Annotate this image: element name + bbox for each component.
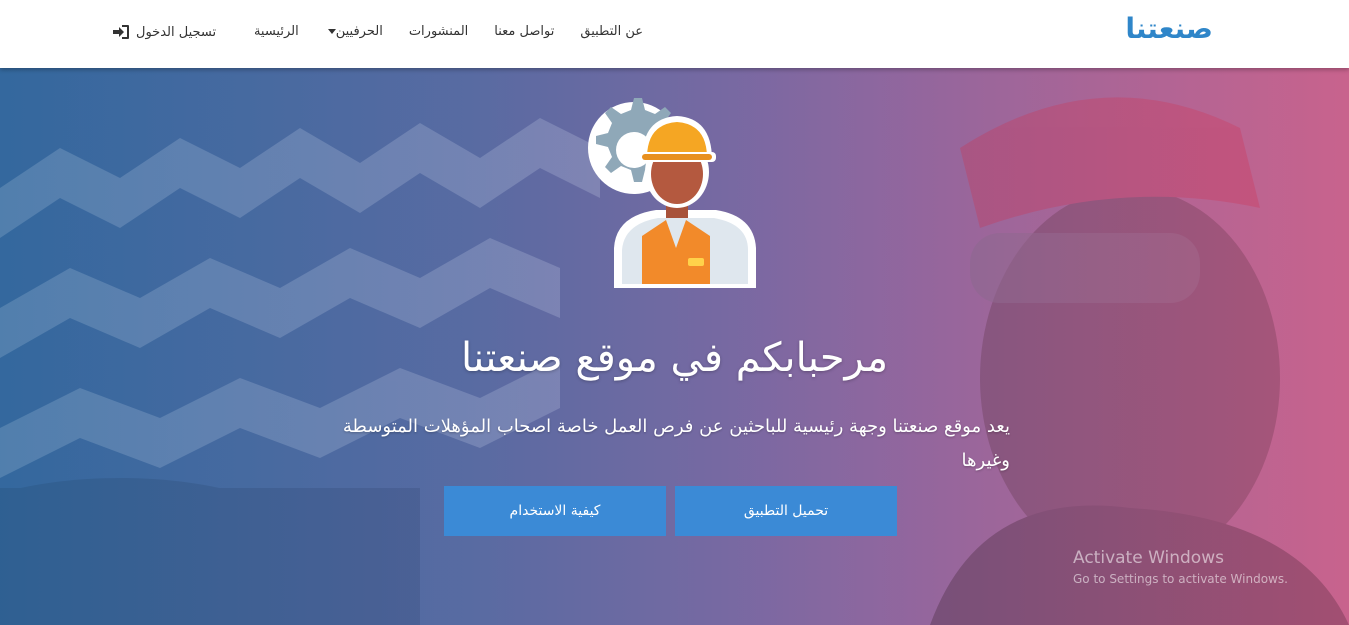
nav-auth: تسجيل الدخول [112,24,216,40]
how-to-use-button[interactable]: كيفية الاستخدام [444,486,666,536]
login-link[interactable]: تسجيل الدخول [112,24,216,40]
watermark-title: Activate Windows [1073,548,1224,568]
hero-section: مرحبابكم في موقع صنعتنا يعد موقع صنعتنا … [0,68,1349,625]
login-label: تسجيل الدخول [136,24,217,40]
nav-item-home[interactable]: الرئيسية [254,24,299,39]
worker-gear-icon [588,98,756,288]
hero-content: مرحبابكم في موقع صنعتنا يعد موقع صنعتنا … [0,68,1349,625]
sign-in-icon [113,25,129,39]
main-nav: الرئيسية الحرفيين المنشورات تواصل معنا ع… [254,24,643,39]
nav-item-contact[interactable]: تواصل معنا [494,24,554,39]
hero-title: مرحبابكم في موقع صنعتنا [460,334,889,381]
watermark-subtitle: Go to Settings to activate Windows. [1073,572,1288,586]
brand-logo[interactable]: صنعتنا [1125,12,1213,45]
windows-activation-watermark: Activate Windows Go to Settings to activ… [1073,548,1288,586]
nav-item-craftsmen-label: الحرفيين [335,24,383,39]
nav-item-craftsmen[interactable]: الحرفيين [325,24,383,39]
top-navbar: صنعتنا الرئيسية الحرفيين المنشورات تواصل… [0,0,1349,68]
chevron-down-icon [327,29,336,34]
hero-subtitle: يعد موقع صنعتنا وجهة رئيسية للباحثين عن … [342,416,1010,471]
nav-item-about[interactable]: عن التطبيق [580,24,643,39]
download-app-button[interactable]: تحميل التطبيق [675,486,897,536]
nav-item-posts[interactable]: المنشورات [409,24,468,39]
